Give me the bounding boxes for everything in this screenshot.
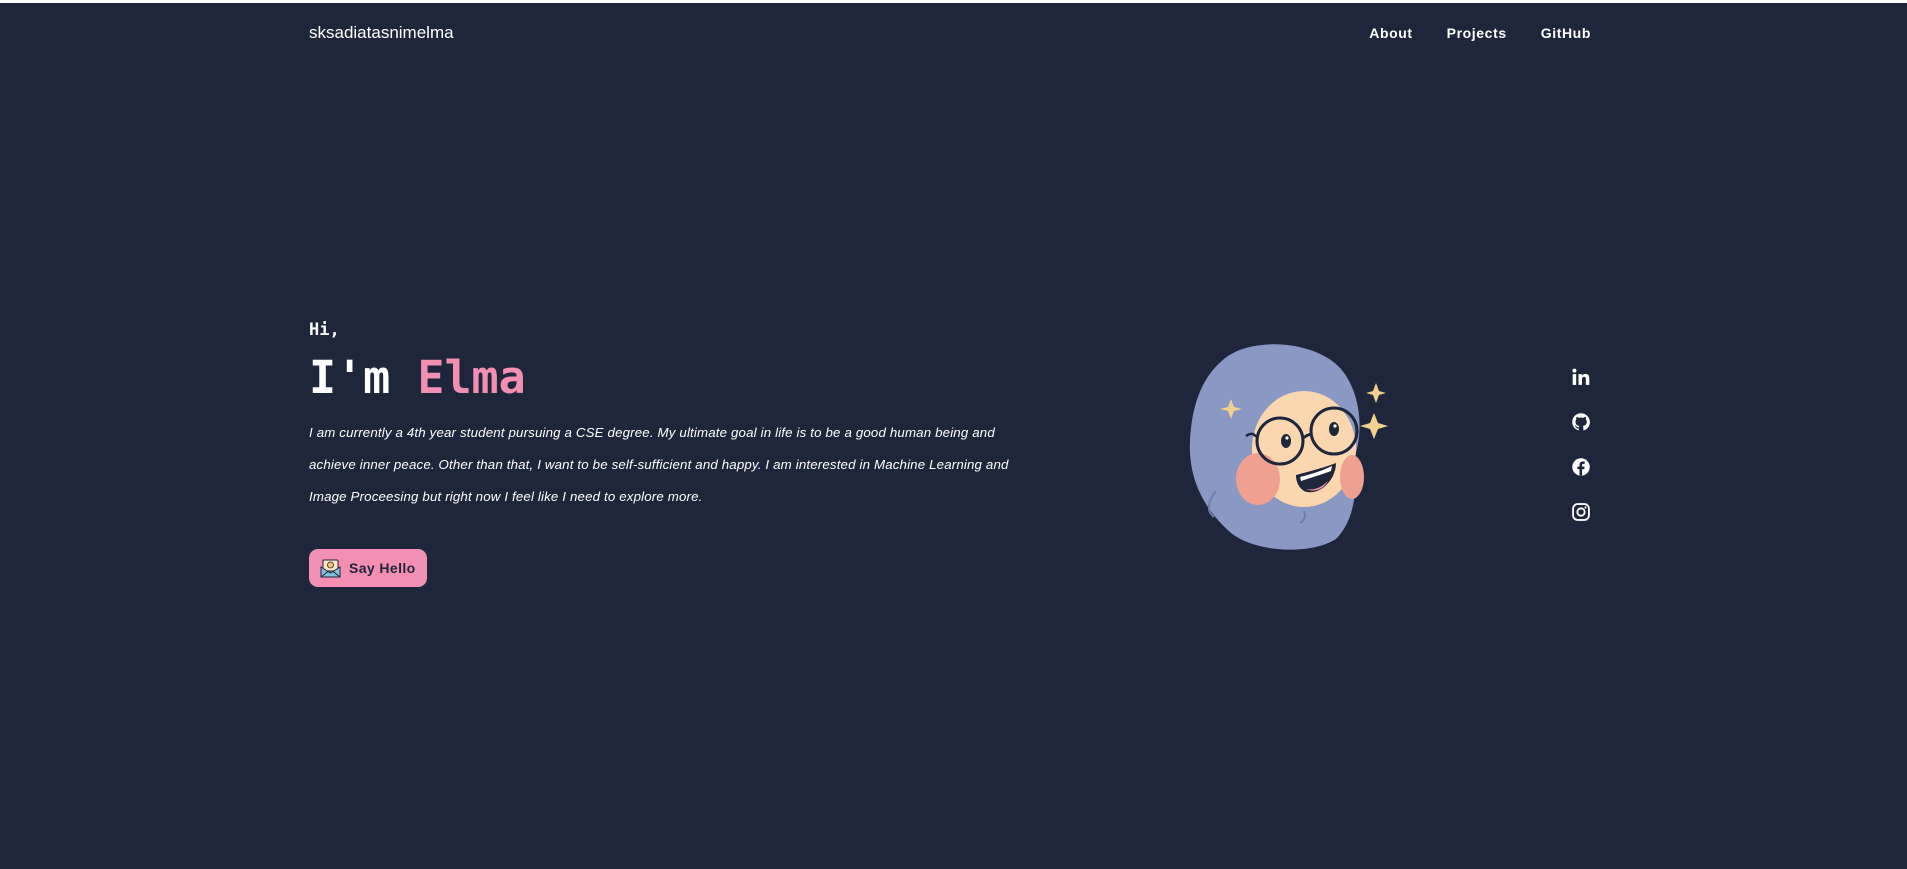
linkedin-icon bbox=[1572, 368, 1590, 385]
say-hello-button[interactable]: Say Hello bbox=[309, 549, 427, 587]
github-link[interactable] bbox=[1570, 412, 1592, 432]
instagram-icon bbox=[1572, 503, 1590, 521]
girl-with-glasses-icon bbox=[1189, 344, 1388, 550]
top-nav: About Projects GitHub bbox=[1369, 25, 1591, 41]
instagram-link[interactable] bbox=[1570, 502, 1592, 522]
site-brand-link[interactable]: sksadiatasnimelma bbox=[309, 23, 454, 43]
headline-name: Elma bbox=[417, 351, 526, 404]
linkedin-link[interactable] bbox=[1570, 367, 1592, 387]
facebook-link[interactable] bbox=[1570, 457, 1592, 477]
greeting: Hi, bbox=[309, 320, 340, 340]
say-hello-label: Say Hello bbox=[349, 560, 416, 576]
bio-paragraph: I am currently a 4th year student pursui… bbox=[309, 425, 1009, 504]
nav-projects-link[interactable]: Projects bbox=[1447, 25, 1507, 41]
envelope-heart-icon bbox=[320, 559, 341, 578]
social-links bbox=[1570, 367, 1592, 522]
hero-headline: I'm Elma bbox=[309, 353, 526, 403]
page-background: sksadiatasnimelma About Projects GitHub … bbox=[0, 3, 1907, 869]
nav-github-link[interactable]: GitHub bbox=[1541, 25, 1591, 41]
github-icon bbox=[1572, 413, 1590, 431]
facebook-icon bbox=[1572, 458, 1590, 476]
nav-about-link[interactable]: About bbox=[1369, 25, 1412, 41]
avatar-illustration bbox=[1186, 341, 1390, 553]
headline-prefix: I'm bbox=[309, 351, 418, 404]
